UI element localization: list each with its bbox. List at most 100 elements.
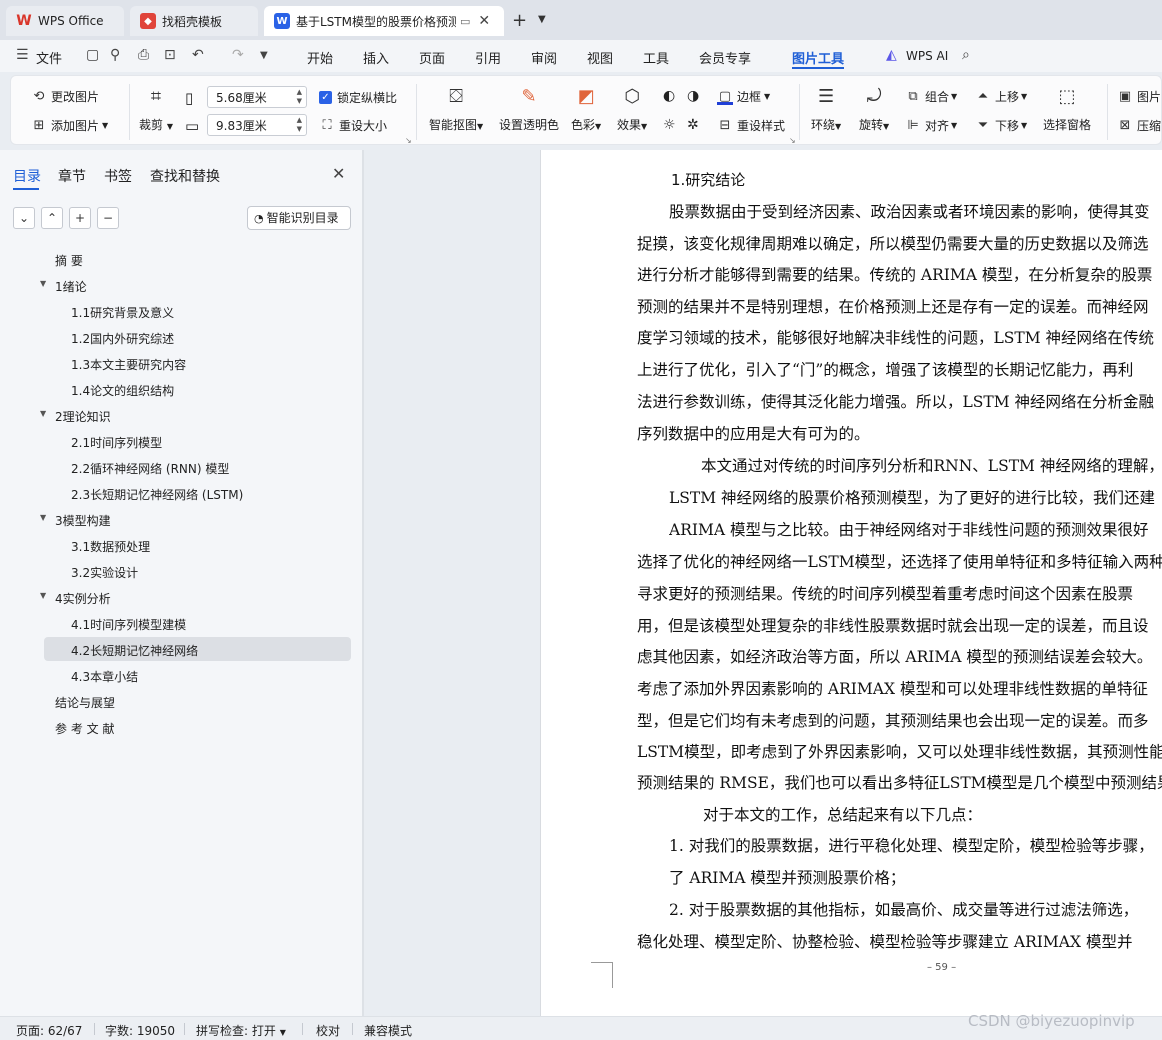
toc-item[interactable]: 4.1时间序列模型建模	[71, 616, 186, 633]
spell-check-toggle[interactable]: 拼写检查: 打开 ▼	[196, 1022, 286, 1039]
print-icon[interactable]: ⎙	[138, 47, 149, 63]
print-preview-icon[interactable]: ⊡	[164, 47, 176, 63]
toc-item[interactable]: 4.3本章小结	[71, 668, 138, 685]
chevron-down-icon[interactable]: ▼	[40, 409, 46, 418]
quick-access-more-icon[interactable]: ▼	[260, 50, 268, 61]
contrast-down-icon[interactable]: ✲	[687, 117, 699, 133]
proofread-button[interactable]: 校对	[316, 1022, 340, 1039]
toc-item[interactable]: ▼ 1绪论	[40, 278, 87, 295]
tab-template[interactable]: ◆ 找稻壳模板	[130, 6, 258, 36]
share-icon[interactable]: ⚲	[110, 47, 120, 63]
dialog-launcher-icon[interactable]: ↘	[789, 136, 796, 145]
toc-item[interactable]: ▼ 2理论知识	[40, 408, 111, 425]
height-spinner-icon[interactable]: ▲ ▼	[297, 116, 302, 134]
collapse-down-button[interactable]: ⌄	[13, 207, 35, 229]
toc-item[interactable]: 2.3长短期记忆神经网络 (LSTM)	[71, 486, 243, 503]
color-button[interactable]: ◩ 色彩▼	[571, 84, 601, 133]
effect-button[interactable]: ⬡ 效果▼	[617, 84, 647, 133]
menu-icon[interactable]: ☰	[16, 47, 29, 63]
toc-item[interactable]: 结论与展望	[55, 694, 115, 711]
chevron-down-icon[interactable]: ▼	[40, 513, 46, 522]
smart-toc-button[interactable]: ◔ 智能识别目录	[247, 206, 351, 230]
panel-tab-bookmarks[interactable]: 书签	[104, 166, 132, 186]
rotate-button[interactable]: ⤾ 旋转▼	[859, 84, 889, 133]
height-input[interactable]: 9.83厘米 ▲ ▼	[207, 114, 307, 136]
menu-reference[interactable]: 引用	[475, 48, 501, 67]
menu-picture-tools[interactable]: 图片工具	[792, 48, 844, 67]
collapse-up-button[interactable]: ⌃	[41, 207, 63, 229]
chevron-down-icon[interactable]: ▼	[40, 591, 46, 600]
crop-button[interactable]: ⌗ 裁剪 ▼	[139, 84, 173, 133]
width-spinner-icon[interactable]: ▲ ▼	[297, 88, 302, 106]
toc-item[interactable]: 1.2国内外研究综述	[71, 330, 174, 347]
align-button[interactable]: ⊫ 对齐 ▼	[905, 117, 957, 134]
toc-item[interactable]: 1.4论文的组织结构	[71, 382, 174, 399]
picture-button[interactable]: ▣ 图片	[1117, 88, 1161, 105]
chevron-down-icon[interactable]: ▼	[40, 279, 46, 288]
wrap-button[interactable]: ☰ 环绕▼	[811, 84, 841, 133]
new-tab-button[interactable]: +	[512, 10, 527, 31]
compress-button[interactable]: ⊠ 压缩	[1117, 117, 1161, 134]
brightness-down-icon[interactable]: ☼	[663, 117, 676, 133]
wps-ai-icon[interactable]: ◭	[886, 47, 897, 63]
tab-wps-office[interactable]: W WPS Office	[6, 6, 124, 36]
send-down-button[interactable]: ⏷ 下移 ▼	[975, 117, 1027, 134]
toc-item[interactable]: 2.2循环神经网络 (RNN) 模型	[71, 460, 229, 477]
document-area[interactable]: 1.研究结论 股票数据由于受到经济因素、政治因素或者环境因素的影响，使得其变 捉…	[364, 150, 1162, 1016]
chevron-down-icon: ▼	[279, 1028, 286, 1037]
toc-item[interactable]: 1.1研究背景及意义	[71, 304, 174, 321]
document-page[interactable]: 1.研究结论 股票数据由于受到经济因素、政治因素或者环境因素的影响，使得其变 捉…	[540, 150, 1162, 1016]
close-icon[interactable]: ✕	[332, 164, 345, 183]
panel-tab-sections[interactable]: 章节	[58, 166, 86, 186]
page-count[interactable]: 页面: 62/67	[16, 1022, 82, 1039]
reset-style-button[interactable]: ⊟ 重设样式	[717, 117, 785, 134]
lock-ratio-checkbox[interactable]: ✓ 锁定纵横比	[319, 89, 397, 106]
body-line: 了 ARIMA 模型并预测股票价格；	[669, 869, 906, 887]
toc-item[interactable]: 参 考 文 献	[55, 720, 114, 737]
selection-pane-button[interactable]: ⬚ 选择窗格	[1043, 84, 1091, 133]
redo-icon[interactable]: ↷	[232, 47, 244, 63]
panel-tab-toc[interactable]: 目录	[13, 166, 41, 186]
word-count[interactable]: 字数: 19050	[105, 1022, 175, 1039]
body-line: LSTM 神经网络的股票价格预测模型，为了更好的进行比较，我们还建	[669, 489, 1156, 507]
toc-item[interactable]: 1.3本文主要研究内容	[71, 356, 186, 373]
close-tab-icon[interactable]: ✕	[478, 13, 490, 29]
search-icon[interactable]: ⌕	[962, 47, 970, 63]
brightness-up-icon[interactable]: ◐	[663, 88, 675, 104]
toc-item[interactable]: 2.1时间序列模型	[71, 434, 162, 451]
add-picture-button[interactable]: ⊞ 添加图片 ▼	[31, 117, 109, 134]
reset-size-button[interactable]: ⛶ 重设大小	[319, 117, 387, 134]
menu-page[interactable]: 页面	[419, 48, 445, 67]
menu-file[interactable]: 文件	[36, 48, 62, 67]
toc-item[interactable]: 摘 要	[55, 252, 83, 269]
toc-item[interactable]: 3.2实验设计	[71, 564, 138, 581]
menu-home[interactable]: 开始	[307, 48, 333, 67]
toc-item[interactable]: ▼ 3模型构建	[40, 512, 111, 529]
bring-up-button[interactable]: ⏶ 上移 ▼	[975, 88, 1027, 105]
undo-icon[interactable]: ↶	[192, 47, 204, 63]
smart-cutout-button[interactable]: ⛋ 智能抠图▼	[429, 84, 483, 133]
smart-recognize-icon: ◔	[254, 212, 264, 225]
add-heading-button[interactable]: +	[69, 207, 91, 229]
width-input[interactable]: 5.68厘米 ▲ ▼	[207, 86, 307, 108]
panel-tab-find-replace[interactable]: 查找和替换	[150, 166, 220, 186]
tab-document[interactable]: W 基于LSTM模型的股票价格预测 ▭ ✕	[264, 6, 504, 36]
menu-member[interactable]: 会员专享	[699, 48, 751, 67]
menu-tools[interactable]: 工具	[643, 48, 669, 67]
contrast-up-icon[interactable]: ◑	[687, 88, 699, 104]
chevron-down-icon[interactable]: ▼	[538, 14, 546, 25]
menu-review[interactable]: 审阅	[531, 48, 557, 67]
remove-heading-button[interactable]: −	[97, 207, 119, 229]
toc-item[interactable]: 3.1数据预处理	[71, 538, 150, 555]
menu-view[interactable]: 视图	[587, 48, 613, 67]
menu-wps-ai[interactable]: WPS AI	[906, 49, 948, 63]
dialog-launcher-icon[interactable]: ↘	[405, 136, 412, 145]
save-icon[interactable]: ▢	[86, 47, 99, 63]
menu-insert[interactable]: 插入	[363, 48, 389, 67]
toc-item[interactable]: ▼ 4实例分析	[40, 590, 111, 607]
toc-item-selected[interactable]: 4.2长短期记忆神经网络	[71, 642, 198, 659]
group-button[interactable]: ⧉ 组合 ▼	[905, 88, 957, 105]
change-picture-button[interactable]: ⟲ 更改图片	[31, 88, 99, 105]
set-transparent-button[interactable]: ✎ 设置透明色	[499, 84, 559, 133]
border-button[interactable]: ▢ 边框 ▼	[717, 88, 770, 105]
